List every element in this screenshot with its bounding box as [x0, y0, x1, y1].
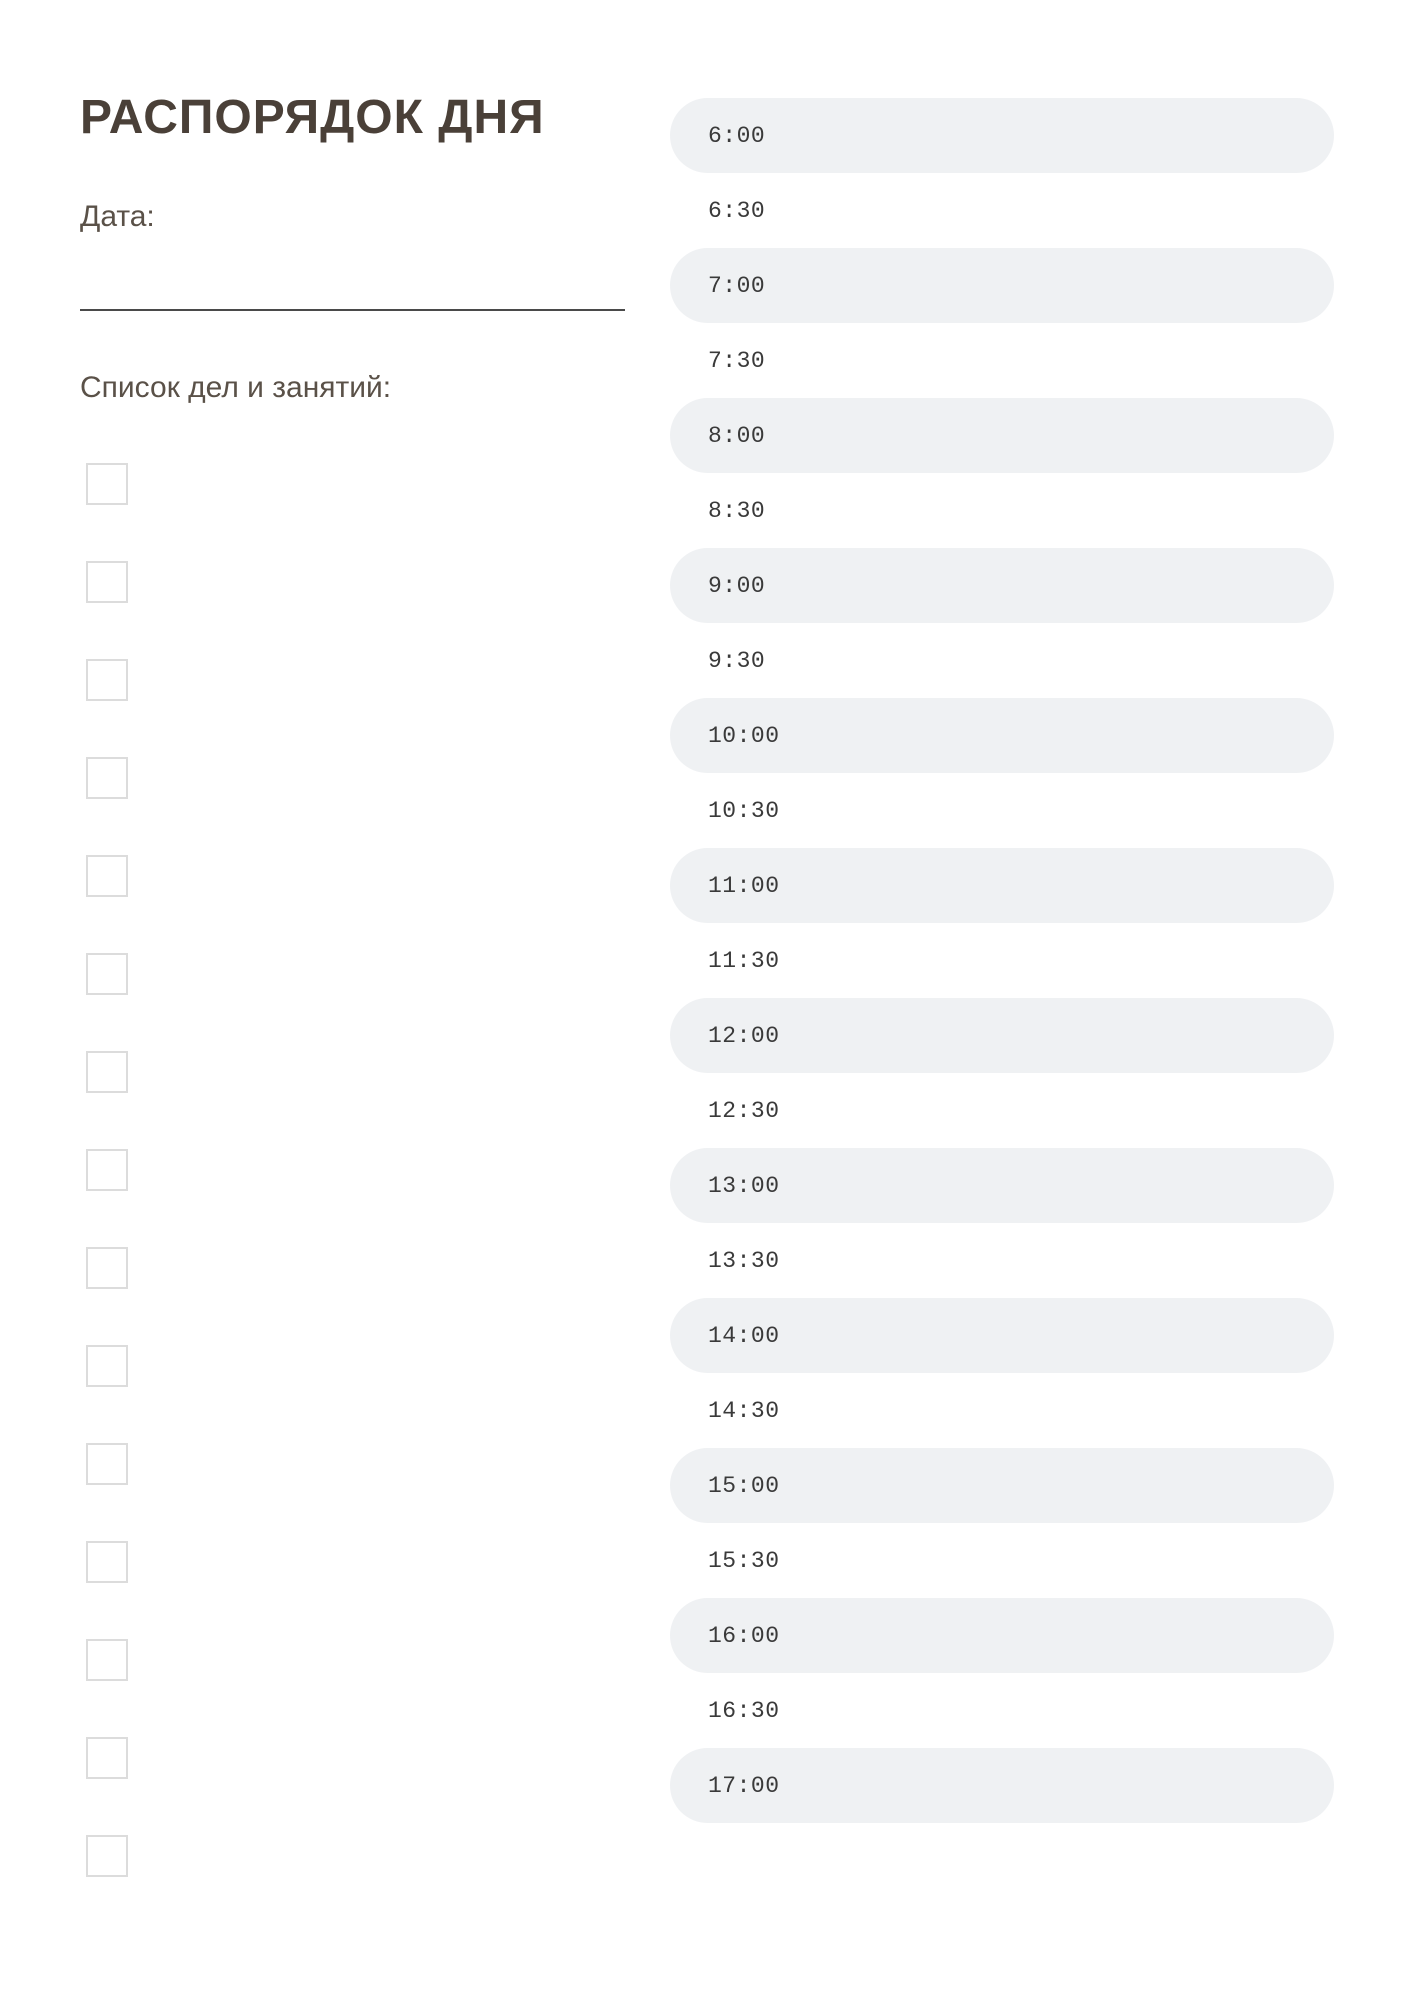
time-label: 15:00: [708, 1473, 780, 1499]
time-slot[interactable]: 13:00: [670, 1148, 1334, 1223]
task-checkbox[interactable]: [86, 659, 128, 701]
time-slot[interactable]: 7:00: [670, 248, 1334, 323]
task-checkbox[interactable]: [86, 1051, 128, 1093]
time-slot[interactable]: 9:00: [670, 548, 1334, 623]
time-label: 7:30: [708, 348, 765, 374]
time-slot[interactable]: 7:30: [670, 323, 1334, 398]
checkbox-list: [80, 463, 625, 1877]
time-slot[interactable]: 10:30: [670, 773, 1334, 848]
task-checkbox[interactable]: [86, 1835, 128, 1877]
divider: [80, 309, 625, 311]
time-label: 9:30: [708, 648, 765, 674]
time-slot[interactable]: 10:00: [670, 698, 1334, 773]
time-slot[interactable]: 11:30: [670, 923, 1334, 998]
task-checkbox[interactable]: [86, 1149, 128, 1191]
task-checkbox[interactable]: [86, 953, 128, 995]
time-label: 8:30: [708, 498, 765, 524]
time-label: 7:00: [708, 273, 765, 299]
time-slot[interactable]: 6:30: [670, 173, 1334, 248]
time-slot[interactable]: 15:00: [670, 1448, 1334, 1523]
time-slot[interactable]: 12:00: [670, 998, 1334, 1073]
time-slot[interactable]: 6:00: [670, 98, 1334, 173]
time-slot[interactable]: 8:30: [670, 473, 1334, 548]
time-label: 10:00: [708, 723, 780, 749]
time-slot[interactable]: 14:30: [670, 1373, 1334, 1448]
time-label: 15:30: [708, 1548, 780, 1574]
time-slot[interactable]: 13:30: [670, 1223, 1334, 1298]
task-checkbox[interactable]: [86, 1247, 128, 1289]
time-slot[interactable]: 17:00: [670, 1748, 1334, 1823]
time-slot[interactable]: 12:30: [670, 1073, 1334, 1148]
time-label: 9:00: [708, 573, 765, 599]
task-checkbox[interactable]: [86, 1443, 128, 1485]
time-slot[interactable]: 8:00: [670, 398, 1334, 473]
time-label: 13:00: [708, 1173, 780, 1199]
time-label: 11:00: [708, 873, 780, 899]
time-slot[interactable]: 14:00: [670, 1298, 1334, 1373]
tasks-label: Список дел и занятий:: [80, 371, 625, 405]
time-label: 11:30: [708, 948, 780, 974]
task-checkbox[interactable]: [86, 1737, 128, 1779]
time-schedule: 6:00 6:30 7:00 7:30 8:00 8:30 9:00 9:30 10:00 10:…: [670, 90, 1334, 1940]
time-label: 17:00: [708, 1773, 780, 1799]
time-slot[interactable]: 9:30: [670, 623, 1334, 698]
time-label: 8:00: [708, 423, 765, 449]
task-checkbox[interactable]: [86, 757, 128, 799]
task-checkbox[interactable]: [86, 463, 128, 505]
time-label: 14:00: [708, 1323, 780, 1349]
time-label: 12:30: [708, 1098, 780, 1124]
task-checkbox[interactable]: [86, 855, 128, 897]
time-slot[interactable]: 16:30: [670, 1673, 1334, 1748]
task-checkbox[interactable]: [86, 561, 128, 603]
time-label: 16:30: [708, 1698, 780, 1724]
time-label: 12:00: [708, 1023, 780, 1049]
task-checkbox[interactable]: [86, 1541, 128, 1583]
time-slot[interactable]: 16:00: [670, 1598, 1334, 1673]
time-label: 16:00: [708, 1623, 780, 1649]
page-title: РАСПОРЯДОК ДНЯ: [80, 90, 625, 145]
time-label: 10:30: [708, 798, 780, 824]
time-slot[interactable]: 15:30: [670, 1523, 1334, 1598]
task-checkbox[interactable]: [86, 1345, 128, 1387]
time-label: 6:30: [708, 198, 765, 224]
time-label: 6:00: [708, 123, 765, 149]
left-column: РАСПОРЯДОК ДНЯ Дата: Список дел и заняти…: [80, 90, 625, 1940]
task-checkbox[interactable]: [86, 1639, 128, 1681]
date-label: Дата:: [80, 200, 625, 234]
time-slot[interactable]: 11:00: [670, 848, 1334, 923]
time-label: 13:30: [708, 1248, 780, 1274]
time-label: 14:30: [708, 1398, 780, 1424]
